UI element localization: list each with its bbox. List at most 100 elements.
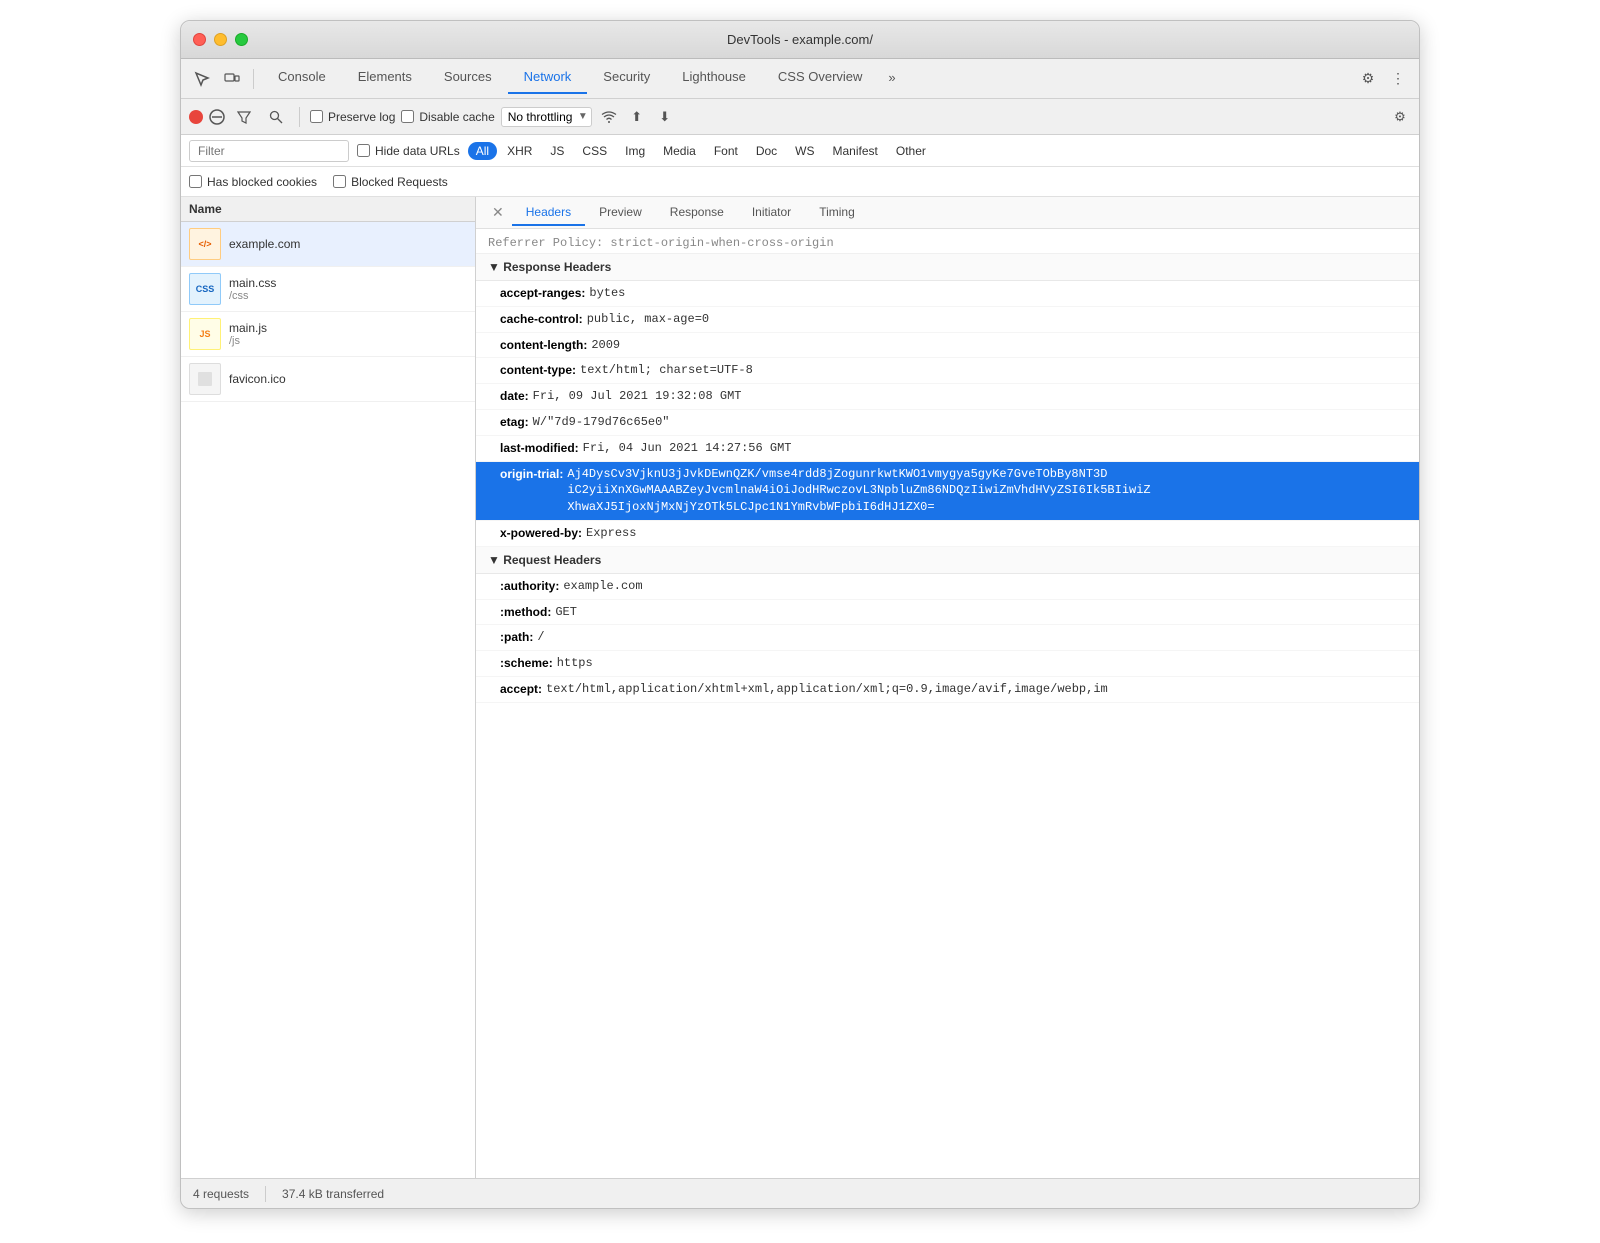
filter-doc-btn[interactable]: Doc	[748, 142, 785, 160]
filter-img-btn[interactable]: Img	[617, 142, 653, 160]
throttle-selector[interactable]: No throttling ▼	[501, 107, 592, 127]
file-icon-html: </>	[189, 228, 221, 260]
tab-css-overview[interactable]: CSS Overview	[762, 63, 879, 94]
sub-tab-initiator[interactable]: Initiator	[738, 200, 805, 226]
sub-tab-timing[interactable]: Timing	[805, 200, 869, 226]
filter-css-btn[interactable]: CSS	[574, 142, 615, 160]
header-x-powered-by: x-powered-by: Express	[476, 521, 1419, 547]
preserve-log-input[interactable]	[310, 110, 323, 123]
filter-js-btn[interactable]: JS	[542, 142, 572, 160]
toolbar-right: ⚙ ⋮	[1355, 66, 1411, 92]
sub-tab-headers[interactable]: Headers	[512, 200, 585, 226]
header-cache-control: cache-control: public, max-age=0	[476, 307, 1419, 333]
file-list: Name </> example.com CSS main.css /css	[181, 197, 476, 1178]
header-date: date: Fri, 09 Jul 2021 19:32:08 GMT	[476, 384, 1419, 410]
filter-font-btn[interactable]: Font	[706, 142, 746, 160]
preserve-log-checkbox[interactable]: Preserve log	[310, 110, 395, 124]
header-etag: etag: W/"7d9-179d76c65e0"	[476, 410, 1419, 436]
file-icon-css: CSS	[189, 273, 221, 305]
file-item-main-js[interactable]: JS main.js /js	[181, 312, 475, 357]
tab-console[interactable]: Console	[262, 63, 342, 94]
header-content-type: content-type: text/html; charset=UTF-8	[476, 358, 1419, 384]
hide-data-urls-checkbox[interactable]: Hide data URLs	[357, 144, 460, 158]
main-toolbar: Console Elements Sources Network Securit…	[181, 59, 1419, 99]
clear-button[interactable]	[209, 109, 225, 125]
filter-other-btn[interactable]: Other	[888, 142, 934, 160]
headers-panel: ✕ Headers Preview Response Initiator Tim…	[476, 197, 1419, 1178]
header-content-length: content-length: 2009	[476, 333, 1419, 359]
network-settings-icon[interactable]: ⚙	[1389, 106, 1411, 128]
record-button[interactable]	[189, 110, 203, 124]
header-accept: accept: text/html,application/xhtml+xml,…	[476, 677, 1419, 703]
tab-lighthouse[interactable]: Lighthouse	[666, 63, 762, 94]
upload-icon[interactable]: ⬆	[626, 106, 648, 128]
hide-data-urls-input[interactable]	[357, 144, 370, 157]
more-options-icon[interactable]: ⋮	[1385, 66, 1411, 92]
disable-cache-input[interactable]	[401, 110, 414, 123]
filter-input[interactable]	[189, 140, 349, 162]
has-blocked-cookies-input[interactable]	[189, 175, 202, 188]
device-toggle-icon[interactable]	[219, 66, 245, 92]
transfer-size: 37.4 kB transferred	[282, 1187, 384, 1201]
file-icon-js: JS	[189, 318, 221, 350]
file-list-header: Name	[181, 197, 475, 222]
filter-manifest-btn[interactable]: Manifest	[825, 142, 886, 160]
network-toolbar-sep	[299, 107, 300, 127]
sub-tab-preview[interactable]: Preview	[585, 200, 656, 226]
filter-media-btn[interactable]: Media	[655, 142, 704, 160]
filter-xhr-btn[interactable]: XHR	[499, 142, 540, 160]
traffic-lights	[193, 33, 248, 46]
minimize-button[interactable]	[214, 33, 227, 46]
search-icon[interactable]	[263, 104, 289, 130]
maximize-button[interactable]	[235, 33, 248, 46]
filter-row2: Has blocked cookies Blocked Requests	[181, 167, 1419, 197]
sub-tabbar: ✕ Headers Preview Response Initiator Tim…	[476, 197, 1419, 229]
file-info-main-js: main.js /js	[229, 321, 267, 347]
disable-cache-checkbox[interactable]: Disable cache	[401, 110, 494, 124]
download-icon[interactable]: ⬇	[654, 106, 676, 128]
window-title: DevTools - example.com/	[727, 32, 873, 47]
has-blocked-cookies-checkbox[interactable]: Has blocked cookies	[189, 175, 317, 189]
main-tabs: Console Elements Sources Network Securit…	[262, 63, 906, 94]
tab-elements[interactable]: Elements	[342, 63, 428, 94]
status-bar: 4 requests 37.4 kB transferred	[181, 1178, 1419, 1208]
filter-icon[interactable]	[231, 104, 257, 130]
file-info-example-com: example.com	[229, 237, 300, 251]
tab-network[interactable]: Network	[508, 63, 588, 94]
blocked-requests-input[interactable]	[333, 175, 346, 188]
header-scheme: :scheme: https	[476, 651, 1419, 677]
header-accept-ranges: accept-ranges: bytes	[476, 281, 1419, 307]
blocked-requests-checkbox[interactable]: Blocked Requests	[333, 175, 448, 189]
close-button[interactable]	[193, 33, 206, 46]
filter-all-btn[interactable]: All	[468, 142, 497, 160]
tab-overflow-icon[interactable]: »	[878, 64, 905, 93]
inspect-element-icon[interactable]	[189, 66, 215, 92]
filter-bar: Hide data URLs All XHR JS CSS Img Media …	[181, 135, 1419, 167]
settings-icon[interactable]: ⚙	[1355, 66, 1381, 92]
file-item-main-css[interactable]: CSS main.css /css	[181, 267, 475, 312]
referrer-policy-pre: Referrer Policy: strict-origin-when-cros…	[476, 233, 1419, 254]
titlebar: DevTools - example.com/	[181, 21, 1419, 59]
sub-tab-response[interactable]: Response	[656, 200, 738, 226]
filter-ws-btn[interactable]: WS	[787, 142, 822, 160]
throttle-select-input[interactable]: No throttling	[501, 107, 592, 127]
file-item-favicon-ico[interactable]: favicon.ico	[181, 357, 475, 402]
header-authority: :authority: example.com	[476, 574, 1419, 600]
tab-security[interactable]: Security	[587, 63, 666, 94]
header-origin-trial[interactable]: origin-trial: Aj4DysCv3VjknU3jJvkDEwnQZK…	[476, 462, 1419, 521]
wifi-icon[interactable]	[598, 106, 620, 128]
file-icon-ico	[189, 363, 221, 395]
file-info-main-css: main.css /css	[229, 276, 276, 302]
sub-tab-close-icon[interactable]: ✕	[484, 200, 512, 225]
request-headers-section[interactable]: ▼ Request Headers	[476, 547, 1419, 574]
main-content: Name </> example.com CSS main.css /css	[181, 197, 1419, 1178]
response-headers-section[interactable]: ▼ Response Headers	[476, 254, 1419, 281]
file-item-example-com[interactable]: </> example.com	[181, 222, 475, 267]
headers-content: Referrer Policy: strict-origin-when-cros…	[476, 229, 1419, 707]
header-method: :method: GET	[476, 600, 1419, 626]
filter-type-buttons: All XHR JS CSS Img Media Font Doc WS Man…	[468, 142, 934, 160]
header-last-modified: last-modified: Fri, 04 Jun 2021 14:27:56…	[476, 436, 1419, 462]
tab-sources[interactable]: Sources	[428, 63, 508, 94]
header-path: :path: /	[476, 625, 1419, 651]
network-toolbar: Preserve log Disable cache No throttling…	[181, 99, 1419, 135]
